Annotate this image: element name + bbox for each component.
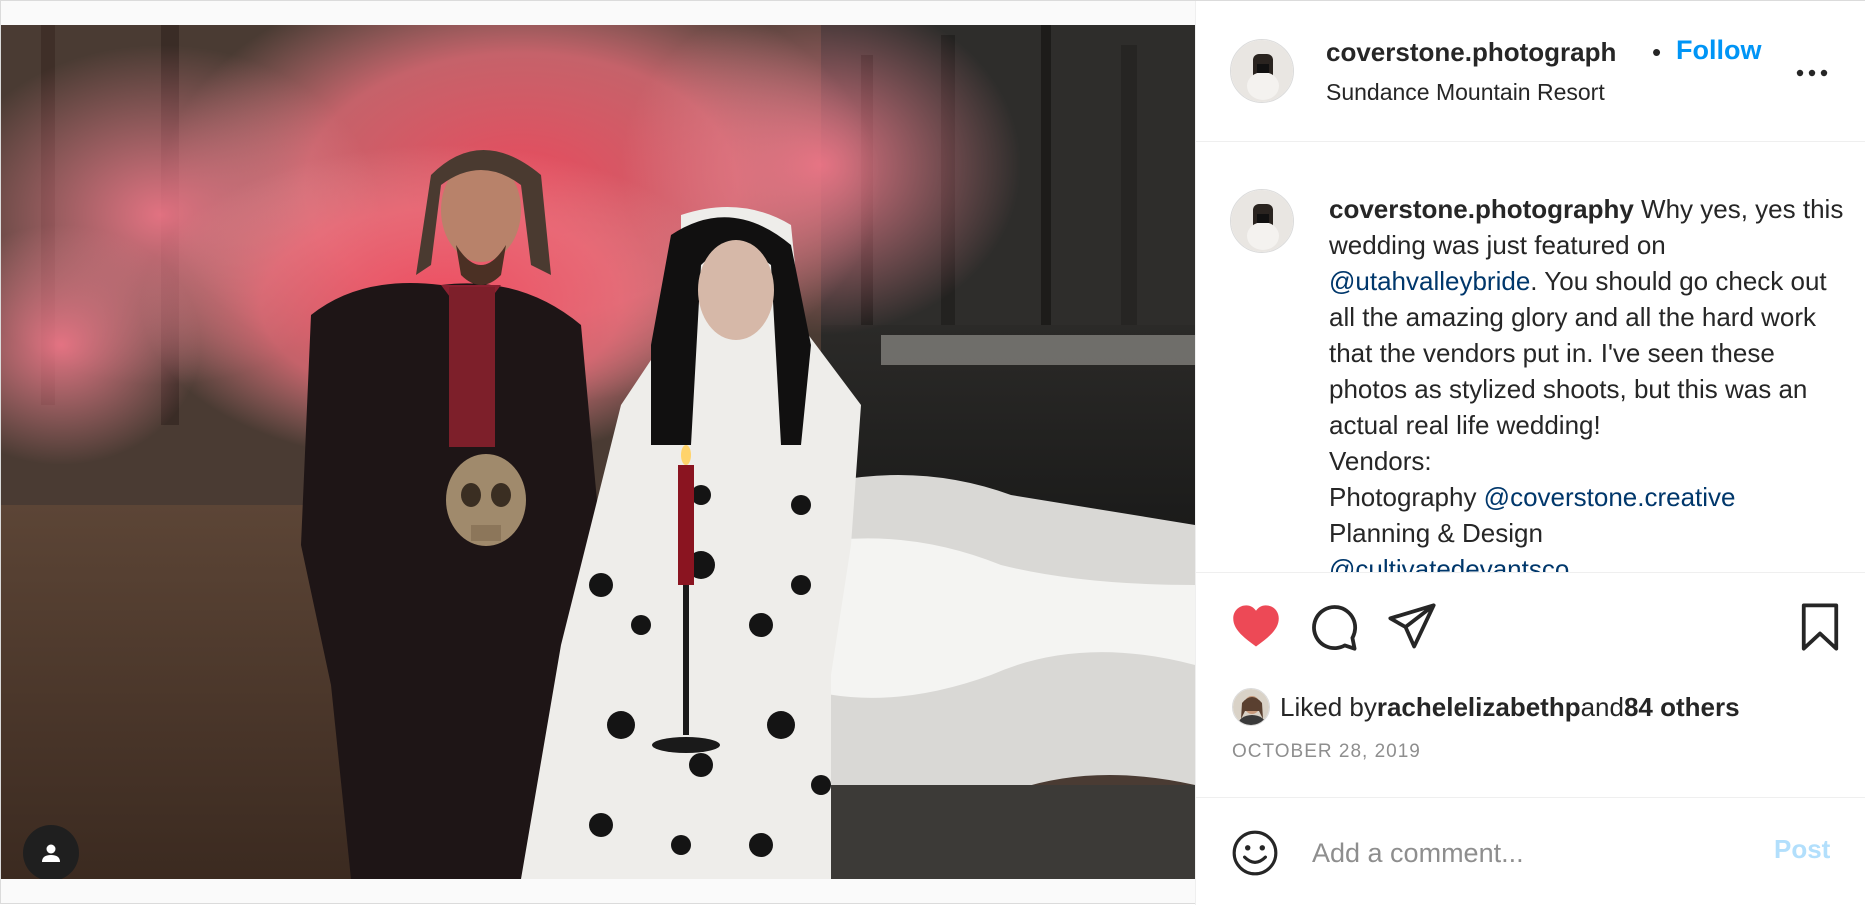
post-header: coverstone.photograph • Follow Sundance …	[1196, 1, 1865, 142]
comment-icon	[1312, 605, 1358, 651]
post-comment-button[interactable]: Post	[1774, 834, 1830, 865]
liker-username[interactable]: rachelelizabethp	[1377, 692, 1581, 723]
more-options-button[interactable]	[1792, 51, 1832, 81]
tagged-users-button[interactable]	[23, 825, 79, 879]
others-count[interactable]: 84 others	[1624, 692, 1740, 723]
caption-username[interactable]: coverstone.photography	[1329, 194, 1634, 224]
post-location[interactable]: Sundance Mountain Resort	[1326, 79, 1605, 106]
caption-section[interactable]: coverstone.photography Why yes, yes this…	[1196, 143, 1865, 573]
liker-avatar[interactable]	[1232, 688, 1270, 726]
author-username[interactable]: coverstone.photograph	[1326, 37, 1616, 68]
post-photo[interactable]	[1, 25, 1195, 879]
planning-label: Planning & Design	[1329, 518, 1543, 548]
caption-author-avatar[interactable]	[1230, 189, 1294, 253]
avatar-image	[1231, 190, 1293, 252]
post-side-panel: coverstone.photograph • Follow Sundance …	[1195, 1, 1865, 905]
mention-link[interactable]: @utahvalleybride	[1329, 266, 1530, 296]
comment-composer: Post	[1196, 797, 1865, 905]
comment-button[interactable]	[1308, 601, 1360, 653]
share-icon	[1388, 603, 1436, 649]
avatar-image	[1233, 689, 1269, 725]
comment-input[interactable]	[1310, 830, 1734, 876]
separator-dot: •	[1652, 37, 1662, 67]
post-caption: coverstone.photography Why yes, yes this…	[1329, 191, 1849, 572]
post-window: coverstone.photograph • Follow Sundance …	[0, 0, 1865, 905]
mention-link[interactable]: @cultivatedevantsco	[1329, 554, 1569, 572]
mention-link[interactable]: @coverstone.creative	[1484, 482, 1736, 512]
avatar-image	[1231, 40, 1293, 102]
likes-middle-text: and	[1580, 691, 1624, 722]
action-bar	[1196, 573, 1865, 673]
bookmark-icon	[1801, 603, 1839, 651]
follow-button[interactable]: Follow	[1676, 35, 1761, 66]
heart-filled-icon	[1233, 605, 1279, 647]
photography-label: Photography	[1329, 482, 1484, 512]
liked-by-prefix: Liked by	[1280, 691, 1377, 722]
like-button[interactable]	[1230, 601, 1282, 653]
emoji-icon	[1232, 830, 1278, 876]
save-button[interactable]	[1794, 601, 1846, 653]
post-date[interactable]: OCTOBER 28, 2019	[1232, 741, 1421, 763]
author-avatar[interactable]	[1230, 39, 1294, 103]
vendors-label: Vendors:	[1329, 446, 1432, 476]
share-button[interactable]	[1386, 601, 1438, 653]
likes-summary: Liked by rachelelizabethp and 84 others	[1232, 687, 1740, 727]
emoji-button[interactable]	[1230, 828, 1280, 878]
more-horizontal-icon	[1796, 69, 1828, 77]
wedding-photo-illustration	[1, 25, 1195, 879]
user-icon	[42, 844, 60, 862]
